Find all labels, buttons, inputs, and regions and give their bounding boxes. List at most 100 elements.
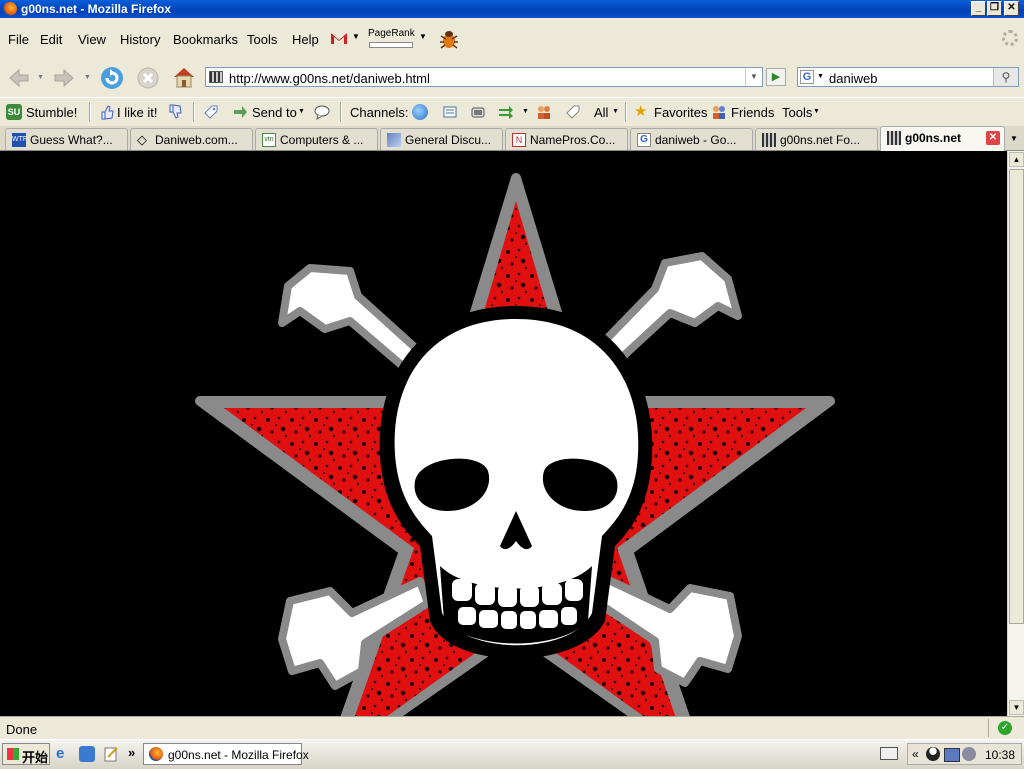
tab-guess-what[interactable]: WTF Guess What?... <box>5 128 128 150</box>
menu-edit[interactable]: Edit <box>40 32 62 47</box>
send-to-dropdown-icon[interactable]: ▼ <box>298 108 305 115</box>
tab-label: g00ns.net Fo... <box>780 133 861 147</box>
go-button[interactable]: ▶ <box>766 68 786 86</box>
tab-list-dropdown-icon[interactable]: ▼ <box>1010 134 1018 143</box>
site-favicon-icon <box>209 71 223 83</box>
all-channels-button[interactable]: All <box>594 105 608 120</box>
search-icon[interactable]: ⚲ <box>993 68 1018 86</box>
notepad-icon[interactable] <box>103 746 119 762</box>
show-desktop-icon[interactable] <box>79 746 95 762</box>
quicklaunch-more-icon[interactable]: » <box>128 745 135 760</box>
tab-label: NamePros.Co... <box>530 133 616 147</box>
network-icon[interactable] <box>944 748 960 762</box>
menu-bookmarks[interactable]: Bookmarks <box>173 32 238 47</box>
forward-history-dropdown-icon[interactable]: ▼ <box>84 74 91 81</box>
tag-icon[interactable] <box>203 104 219 120</box>
menu-help[interactable]: Help <box>292 32 319 47</box>
start-button[interactable]: 开始 <box>2 743 50 765</box>
scroll-up-button[interactable]: ▲ <box>1009 152 1024 167</box>
stumble-tools-button[interactable]: Tools <box>782 105 812 120</box>
security-check-icon[interactable]: ✓ <box>998 721 1012 735</box>
google-engine-icon[interactable]: G <box>800 70 814 84</box>
menu-tools[interactable]: Tools <box>247 32 277 47</box>
url-text[interactable]: http://www.g00ns.net/daniweb.html <box>229 71 430 86</box>
toolbar-separator <box>193 102 195 122</box>
throbber-icon <box>1002 30 1018 46</box>
search-input[interactable]: daniweb <box>829 71 877 86</box>
firefox-icon <box>3 2 17 16</box>
stumbleupon-icon[interactable]: SU <box>6 104 22 120</box>
stumble-channel-icon[interactable] <box>498 104 514 120</box>
daniweb-favicon-icon: ◇ <box>137 132 147 147</box>
start-label: 开始 <box>22 750 49 765</box>
comment-icon[interactable] <box>314 104 330 121</box>
wtf-favicon-icon: WTF <box>12 133 27 147</box>
firebug-icon[interactable] <box>438 28 460 50</box>
tab-daniweb[interactable]: ◇ Daniweb.com... <box>130 128 253 150</box>
tab-g00ns-forum[interactable]: g00ns.net Fo... <box>755 128 878 150</box>
tab-namepros[interactable]: N NamePros.Co... <box>505 128 628 150</box>
back-history-dropdown-icon[interactable]: ▼ <box>37 74 44 81</box>
tab-daniweb-google[interactable]: G daniweb - Go... <box>630 128 753 150</box>
tab-general-discussion[interactable]: General Discu... <box>380 128 503 150</box>
tab-g00ns-active[interactable]: g00ns.net ✕ <box>880 126 1005 151</box>
tab-computers[interactable]: vtn Computers & ... <box>255 128 378 150</box>
menu-history[interactable]: History <box>120 32 160 47</box>
status-text: Done <box>6 722 38 737</box>
engine-dropdown-icon[interactable]: ▼ <box>817 73 824 80</box>
video-channel-icon[interactable] <box>470 104 486 120</box>
friends-icon[interactable] <box>711 104 727 120</box>
home-icon[interactable] <box>172 65 196 89</box>
volume-icon[interactable] <box>962 747 976 761</box>
search-bar[interactable]: G ▼ daniweb ⚲ <box>797 67 1019 87</box>
tab-label: Guess What?... <box>30 133 113 147</box>
favorites-button[interactable]: Favorites <box>654 105 707 120</box>
reload-icon[interactable] <box>99 65 123 89</box>
send-to-button[interactable]: Send to <box>252 105 297 120</box>
globe-channel-icon[interactable] <box>412 104 428 120</box>
stop-icon[interactable] <box>136 66 160 90</box>
all-dropdown-icon[interactable]: ▼ <box>612 108 619 115</box>
gmail-dropdown-icon[interactable]: ▼ <box>352 32 360 41</box>
friends-button[interactable]: Friends <box>731 105 774 120</box>
menu-view[interactable]: View <box>78 32 106 47</box>
pagerank-dropdown-icon[interactable]: ▼ <box>419 32 427 41</box>
close-tab-icon[interactable]: ✕ <box>986 131 1000 145</box>
maximize-button[interactable]: ❐ <box>987 1 1002 16</box>
vertical-scrollbar[interactable]: ▲ ▼ <box>1007 151 1024 716</box>
people-channel-icon[interactable] <box>536 104 552 120</box>
taskbar-item-firefox[interactable]: g00ns.net - Mozilla Firefox <box>143 743 309 765</box>
ie-icon[interactable]: e <box>56 746 72 762</box>
stumble-button[interactable]: Stumble! <box>26 105 77 120</box>
close-window-button[interactable]: ✕ <box>1004 1 1019 16</box>
star-icon[interactable]: ★ <box>634 104 650 120</box>
pagerank-label: PageRank <box>368 28 415 39</box>
qq-icon[interactable] <box>926 747 940 761</box>
tag-channel-icon[interactable] <box>565 104 581 120</box>
thumbs-down-icon[interactable] <box>167 104 183 120</box>
minimize-button[interactable]: _ <box>971 1 986 16</box>
tray-expand-icon[interactable]: « <box>912 747 919 761</box>
firefox-icon <box>149 747 163 761</box>
g00ns-favicon-icon <box>887 131 901 145</box>
news-channel-icon[interactable] <box>442 104 458 120</box>
back-button[interactable] <box>7 66 31 90</box>
tools-dropdown-icon[interactable]: ▼ <box>813 108 820 115</box>
google-favicon-icon: G <box>637 133 651 147</box>
channel-dropdown-icon[interactable]: ▼ <box>522 108 529 115</box>
like-button[interactable]: I like it! <box>117 105 157 120</box>
forward-button[interactable] <box>52 66 76 90</box>
menu-file[interactable]: File <box>8 32 29 47</box>
tab-label: Daniweb.com... <box>155 133 238 147</box>
gmail-icon[interactable] <box>330 31 348 45</box>
keyboard-icon[interactable] <box>880 747 898 760</box>
clock[interactable]: 10:38 <box>985 748 1015 762</box>
send-to-icon[interactable] <box>232 104 248 120</box>
status-bar: Done ✓ <box>0 716 1024 740</box>
namepros-favicon-icon: N <box>512 133 526 147</box>
url-bar[interactable]: http://www.g00ns.net/daniweb.html ▼ <box>205 67 763 87</box>
scroll-thumb[interactable] <box>1009 169 1024 624</box>
thumbs-up-icon[interactable] <box>99 104 115 120</box>
url-dropdown-icon[interactable]: ▼ <box>745 68 762 86</box>
scroll-down-button[interactable]: ▼ <box>1009 700 1024 715</box>
